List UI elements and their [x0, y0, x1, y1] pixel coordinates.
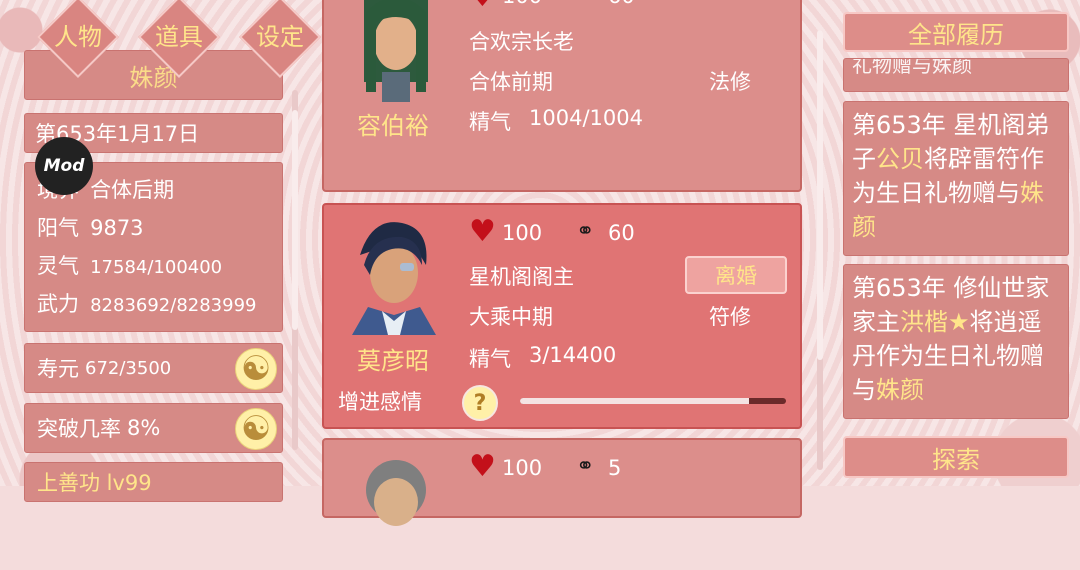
character-path: 符修: [709, 305, 751, 329]
explore-button[interactable]: 探索: [843, 436, 1069, 478]
handcuffs-icon: ⚭: [576, 219, 595, 244]
breakthrough-label: 突破几率: [37, 417, 121, 441]
technique-label: 上善功 lv99: [37, 471, 152, 495]
spirit-label: 灵气: [37, 254, 79, 278]
spirit-value: 17584/100400: [90, 257, 223, 278]
heart-icon: ♥: [469, 214, 496, 249]
character-realm: 大乘中期: [469, 305, 553, 329]
character-name: 莫彦昭: [357, 347, 429, 375]
history-actor: 洪楷★: [900, 308, 970, 336]
essence-label: 精气: [469, 347, 511, 371]
history-entry: 第653年 修仙世家家主洪楷★将逍遥丹作为生日礼物赠与姝颜: [843, 264, 1069, 419]
handcuffs-icon: ⚭: [576, 0, 594, 7]
boost-label: 增进感情: [338, 390, 422, 414]
character-title: 星机阁阁主: [469, 265, 574, 289]
character-realm: 合体前期: [469, 70, 553, 94]
yang-label: 阳气: [37, 216, 79, 240]
history-partial-text: 礼物赠与姝颜: [852, 58, 972, 77]
history-entry: 第653年 星机阁弟子公贝将辟雷符作为生日礼物赠与姝颜: [843, 101, 1069, 256]
tab-items-label: 道具: [155, 23, 203, 51]
bond-value: 60: [608, 221, 635, 245]
bond-value: 60: [608, 0, 635, 8]
history-target: 姝颜: [876, 376, 924, 404]
affection-value: 100: [502, 221, 543, 245]
character-card-selected[interactable]: 莫彦昭 ♥ 100 ⚭ 60 星机阁阁主 离婚 大乘中期 符修 精气 3/144…: [322, 203, 802, 429]
tab-characters-label: 人物: [54, 23, 102, 51]
heart-icon: ♥: [469, 449, 496, 484]
force-value: 8283692/8283999: [90, 295, 257, 316]
lifespan-value: 672/3500: [85, 357, 172, 379]
essence-label: 精气: [469, 110, 511, 134]
affection-value: 100: [502, 456, 543, 480]
divorce-button[interactable]: 离婚: [685, 256, 787, 294]
explore-label: 探索: [932, 445, 980, 474]
mod-label: Mod: [43, 156, 85, 176]
character-path: 法修: [709, 70, 751, 94]
realm-value: 合体后期: [90, 178, 175, 202]
handcuffs-icon: ⚭: [576, 454, 595, 479]
force-label: 武力: [37, 292, 79, 316]
yin-yang-icon[interactable]: ☯: [235, 348, 277, 390]
character-portrait: [352, 222, 436, 335]
middle-scrollbar[interactable]: [817, 30, 823, 470]
tab-settings-label: 设定: [256, 23, 304, 51]
character-card[interactable]: ♥ 100 ⚭ 5: [322, 438, 802, 526]
essence-value: 1004/1004: [529, 106, 643, 130]
yin-yang-icon[interactable]: ☯: [235, 408, 277, 450]
heart-icon: ♥: [469, 0, 496, 12]
affection-progress-bar: [520, 398, 786, 404]
character-title: 合欢宗长老: [469, 30, 574, 54]
bond-value: 5: [608, 456, 622, 480]
all-history-label: 全部履历: [908, 20, 1004, 49]
affection-value: 100: [502, 0, 542, 8]
character-portrait: [364, 0, 428, 102]
lifespan-label: 寿元: [37, 357, 79, 381]
left-scrollbar[interactable]: [292, 90, 298, 450]
affection-progress-fill: [520, 398, 749, 404]
character-name: 容伯裕: [357, 112, 429, 140]
breakthrough-value: 8%: [127, 416, 161, 440]
help-icon[interactable]: ?: [462, 385, 498, 421]
mod-badge[interactable]: Mod: [35, 137, 93, 195]
technique-panel[interactable]: 上善功 lv99: [24, 462, 283, 502]
yang-value: 9873: [90, 216, 144, 240]
all-history-button[interactable]: 全部履历: [843, 12, 1069, 52]
character-portrait: [366, 460, 426, 526]
essence-value: 3/14400: [529, 343, 617, 367]
history-actor: 公贝: [876, 145, 924, 173]
divorce-label: 离婚: [715, 264, 757, 288]
history-entry-partial: 礼物赠与姝颜: [843, 58, 1069, 92]
character-card[interactable]: 容伯裕 ♥ 100 ⚭ 60 合欢宗长老 合体前期 法修 精气 1004/100…: [322, 0, 802, 192]
